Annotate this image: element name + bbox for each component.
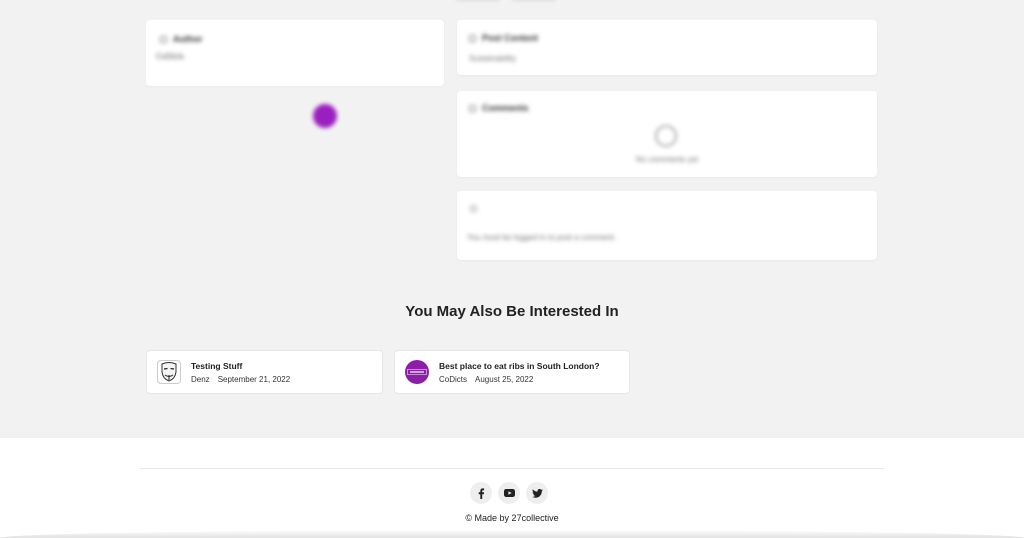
related-post-date: September 21, 2022: [217, 374, 291, 384]
comment-form-card: You must be logged in to post a comment.: [457, 191, 877, 260]
comment-icon: [469, 104, 476, 112]
footer: © Made by 27collective: [0, 438, 1024, 538]
author-heading: Author: [160, 34, 203, 44]
document-icon: [469, 34, 476, 42]
social-links: [470, 482, 548, 504]
login-notice: You must be logged in to post a comment.: [467, 233, 617, 242]
top-tab-2[interactable]: [511, 0, 557, 2]
author-name[interactable]: CoDicts: [156, 52, 184, 61]
related-section-title: You May Also Be Interested In: [405, 303, 619, 320]
facebook-icon[interactable]: [470, 482, 492, 504]
comments-heading-label: Comments: [482, 103, 529, 113]
lock-icon: [470, 205, 477, 212]
footer-divider: [140, 468, 884, 469]
top-tab-1[interactable]: [455, 0, 501, 2]
post-content-heading: Post Content: [469, 33, 538, 43]
comments-card: Comments No comments yet: [457, 91, 877, 177]
copyright-text: © Made by 27collective: [465, 513, 559, 523]
youtube-icon[interactable]: [498, 482, 520, 504]
post-content-heading-label: Post Content: [482, 33, 538, 43]
author-row[interactable]: CoDicts: [156, 52, 337, 128]
related-post-title[interactable]: Testing Stuff: [191, 361, 290, 371]
comments-heading: Comments: [469, 103, 529, 113]
author-avatar: [313, 104, 337, 128]
author-heading-label: Author: [173, 34, 203, 44]
top-tabs: [455, 0, 557, 2]
mask-icon: [157, 360, 181, 384]
bottom-shadow: [0, 530, 1024, 538]
user-icon: [160, 35, 167, 43]
related-post-date: August 25, 2022: [475, 374, 534, 384]
related-post-card[interactable]: Best place to eat ribs in South London? …: [394, 350, 630, 394]
twitter-icon[interactable]: [526, 482, 548, 504]
empty-comments-icon: [655, 125, 677, 147]
related-post-author[interactable]: CoDicts: [439, 375, 467, 384]
no-comments-text: No comments yet: [635, 155, 699, 164]
codicts-logo: [405, 360, 429, 384]
related-post-title[interactable]: Best place to eat ribs in South London?: [439, 361, 600, 371]
related-post-card[interactable]: Testing Stuff Denz September 21, 2022: [146, 350, 383, 394]
post-content-card: Post Content Sustainability: [457, 20, 877, 75]
author-card: Author CoDicts: [146, 20, 444, 128]
post-content-text: Sustainability: [469, 54, 517, 63]
related-post-author[interactable]: Denz: [191, 375, 210, 384]
